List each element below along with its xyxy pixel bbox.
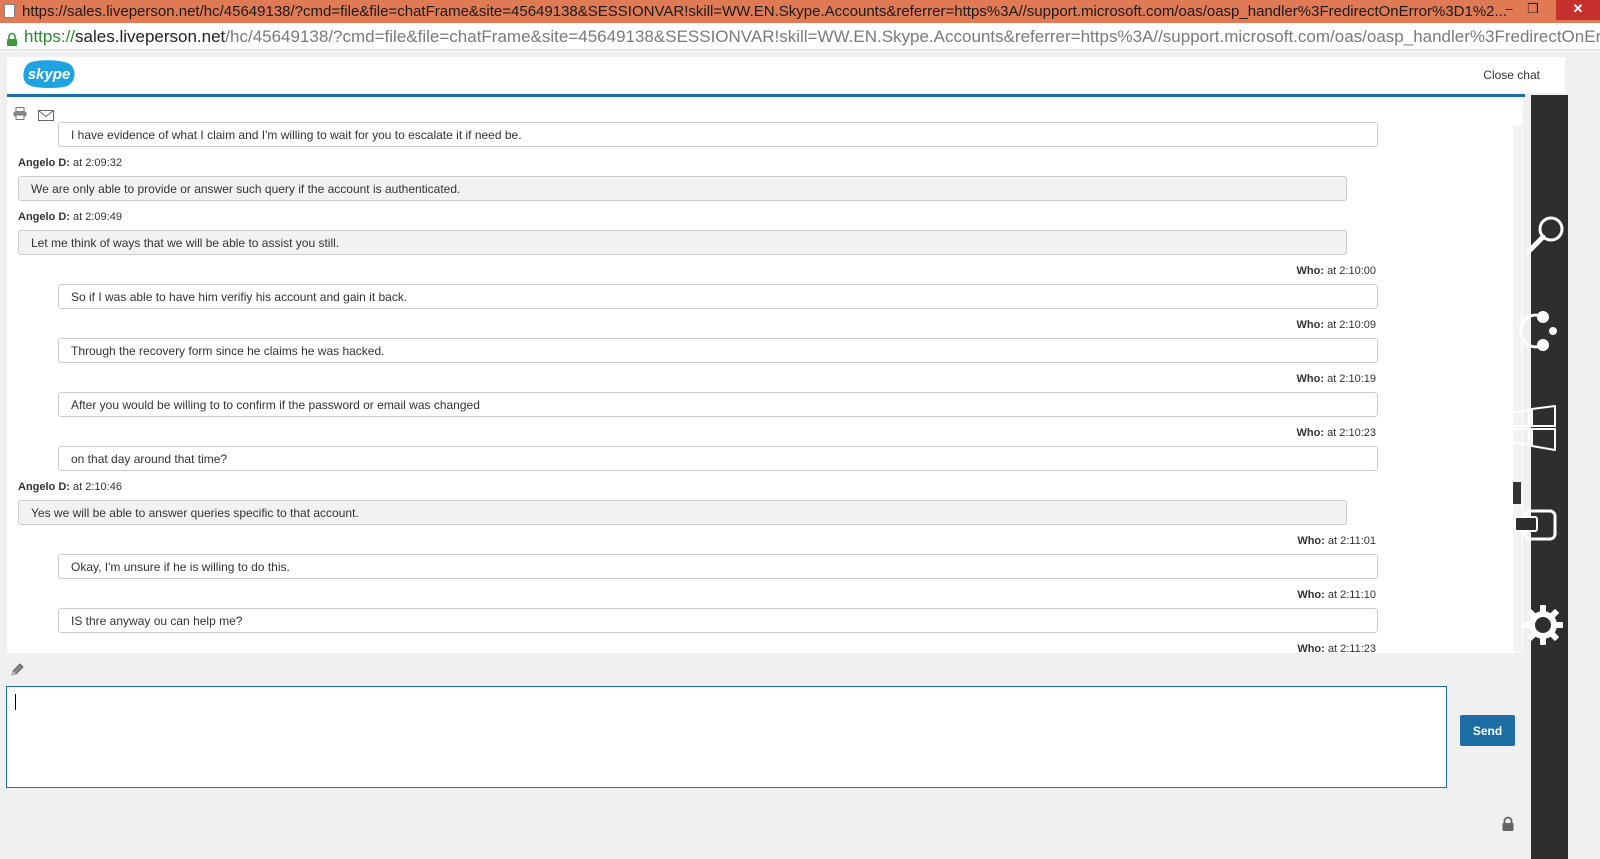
message-time: at 2:11:01 bbox=[1327, 535, 1376, 547]
devices-icon[interactable] bbox=[1513, 505, 1559, 550]
skype-logo: skype bbox=[21, 59, 77, 89]
close-chat-link[interactable]: Close chat bbox=[1483, 68, 1540, 82]
message-text: I have evidence of what I claim and I'm … bbox=[58, 122, 1378, 147]
page-icon bbox=[4, 4, 15, 18]
message-list: I have evidence of what I claim and I'm … bbox=[7, 97, 1507, 653]
message-meta: Who: at 2:11:01 bbox=[1297, 535, 1376, 547]
pencil-icon bbox=[10, 663, 24, 682]
search-icon[interactable] bbox=[1521, 213, 1569, 262]
message-time: at 2:09:49 bbox=[73, 211, 122, 223]
windows-icon[interactable] bbox=[1509, 404, 1557, 456]
message-time: at 2:11:23 bbox=[1327, 643, 1376, 653]
message-text: IS thre anyway ou can help me? bbox=[58, 608, 1378, 633]
message-meta: Who: at 2:11:10 bbox=[1297, 589, 1376, 601]
message-author: Who: bbox=[1296, 319, 1324, 331]
message-author: Angelo D: bbox=[18, 211, 70, 223]
message-text: So if I was able to have him verifiy his… bbox=[58, 284, 1378, 309]
message-text: Yes we will be able to answer queries sp… bbox=[18, 500, 1347, 525]
share-icon[interactable] bbox=[1511, 308, 1561, 359]
chat-transcript[interactable]: I have evidence of what I claim and I'm … bbox=[7, 97, 1523, 653]
message-time: at 2:09:32 bbox=[73, 157, 122, 169]
chat-header: skype Close chat bbox=[7, 57, 1565, 93]
message-author: Who: bbox=[1296, 265, 1324, 277]
message-text: Let me think of ways that we will be abl… bbox=[18, 230, 1347, 255]
message-text: We are only able to provide or answer su… bbox=[18, 176, 1347, 201]
right-sidebar bbox=[1510, 95, 1568, 859]
text-caret bbox=[15, 694, 16, 710]
address-bar[interactable]: https://sales.liveperson.net/hc/45649138… bbox=[0, 23, 1600, 50]
message-author: Who: bbox=[1296, 373, 1324, 385]
message-time: at 2:10:19 bbox=[1327, 373, 1376, 385]
message-time: at 2:10:23 bbox=[1327, 427, 1376, 439]
message-text: on that day around that time? bbox=[58, 446, 1378, 471]
url-text: https://sales.liveperson.net/hc/45649138… bbox=[24, 27, 1600, 46]
lock-icon bbox=[6, 28, 18, 49]
minimize-button[interactable]: – bbox=[1498, 0, 1520, 20]
message-text: Okay, I'm unsure if he is willing to do … bbox=[58, 554, 1378, 579]
message-time: at 2:10:46 bbox=[73, 481, 122, 493]
message-author: Angelo D: bbox=[18, 157, 70, 169]
message-meta: Angelo D: at 2:09:32 bbox=[18, 157, 122, 169]
send-button[interactable]: Send bbox=[1460, 715, 1515, 746]
message-text: After you would be willing to to confirm… bbox=[58, 392, 1378, 417]
message-text: Through the recovery form since he claim… bbox=[58, 338, 1378, 363]
svg-text:skype: skype bbox=[28, 66, 71, 83]
message-meta: Who: at 2:10:09 bbox=[1297, 319, 1376, 331]
message-meta: Who: at 2:10:19 bbox=[1297, 373, 1376, 385]
transcript-scrollbar[interactable] bbox=[1513, 125, 1522, 652]
secure-lock-icon bbox=[1501, 816, 1515, 837]
message-time: at 2:10:09 bbox=[1327, 319, 1376, 331]
message-meta: Who: at 2:11:23 bbox=[1297, 643, 1376, 653]
window-title-bar: https://sales.liveperson.net/hc/45649138… bbox=[0, 0, 1600, 23]
message-author: Angelo D: bbox=[18, 481, 70, 493]
message-meta: Angelo D: at 2:09:49 bbox=[18, 211, 122, 223]
restore-button[interactable]: ❐ bbox=[1522, 0, 1544, 20]
message-author: Who: bbox=[1296, 427, 1324, 439]
message-author: Who: bbox=[1297, 643, 1325, 653]
close-window-button[interactable]: ✕ bbox=[1556, 0, 1600, 20]
message-author: Who: bbox=[1297, 535, 1325, 547]
gear-icon[interactable] bbox=[1521, 603, 1565, 652]
message-time: at 2:11:10 bbox=[1327, 589, 1376, 601]
message-meta: Angelo D: at 2:10:46 bbox=[18, 481, 122, 493]
message-meta: Who: at 2:10:00 bbox=[1297, 265, 1376, 277]
message-author: Who: bbox=[1297, 589, 1325, 601]
scrollbar-thumb[interactable] bbox=[1513, 482, 1521, 504]
message-input[interactable] bbox=[6, 686, 1447, 788]
message-meta: Who: at 2:10:23 bbox=[1297, 427, 1376, 439]
message-time: at 2:10:00 bbox=[1327, 265, 1376, 277]
window-title: https://sales.liveperson.net/hc/45649138… bbox=[22, 3, 1508, 20]
